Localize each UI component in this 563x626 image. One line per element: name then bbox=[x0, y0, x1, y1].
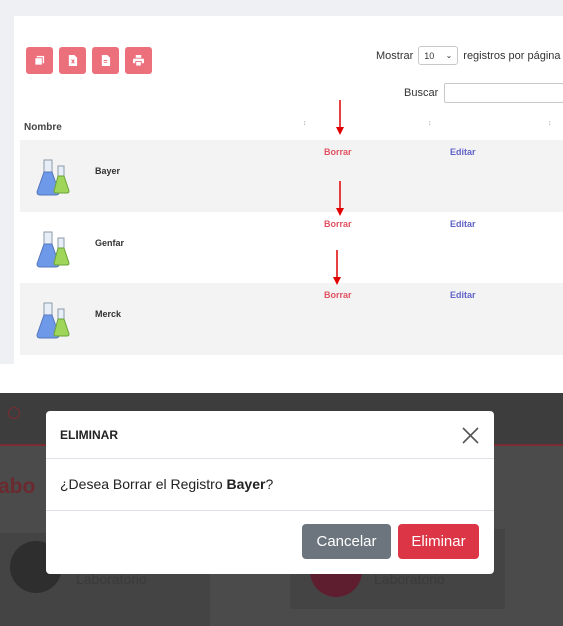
delete-link[interactable]: Borrar bbox=[324, 147, 352, 157]
close-icon[interactable] bbox=[462, 427, 479, 444]
edit-link[interactable]: Editar bbox=[450, 219, 476, 229]
red-arrow-icon bbox=[336, 100, 344, 135]
flask-icon bbox=[36, 231, 70, 268]
modal-header: ELIMINAR bbox=[46, 411, 494, 459]
page-length-select[interactable]: 10 ⌄ bbox=[418, 46, 459, 65]
excel-button[interactable] bbox=[59, 47, 86, 74]
lab-name: Merck bbox=[95, 309, 122, 319]
search-input[interactable] bbox=[444, 83, 563, 103]
red-arrow-icon bbox=[336, 181, 344, 216]
edit-link[interactable]: Editar bbox=[450, 147, 476, 157]
delete-link[interactable]: Borrar bbox=[324, 290, 352, 300]
column-header-name[interactable]: Nombre bbox=[24, 122, 62, 133]
flask-icon bbox=[36, 159, 70, 196]
table-row: Bayer Borrar Editar bbox=[20, 140, 563, 212]
export-toolbar bbox=[26, 47, 152, 74]
edit-link[interactable]: Editar bbox=[450, 290, 476, 300]
delete-modal-screen: abo Laboratorio Laboratorio ELIMINAR ¿De… bbox=[0, 393, 563, 626]
message-suffix: ? bbox=[265, 476, 274, 492]
message-prefix: ¿Desea Borrar el Registro bbox=[60, 476, 227, 492]
lab-name: Bayer bbox=[95, 166, 121, 176]
table-card: Mostrar 10 ⌄ registros por página Buscar… bbox=[14, 16, 563, 364]
copy-icon bbox=[34, 55, 45, 66]
table-row: Merck Borrar Editar bbox=[20, 283, 563, 355]
search-label: Buscar bbox=[404, 87, 439, 99]
record-name: Bayer bbox=[226, 476, 266, 492]
sort-icon[interactable]: ↕ bbox=[303, 120, 307, 127]
pdf-button[interactable] bbox=[92, 47, 119, 74]
close-circle-icon bbox=[8, 407, 20, 419]
red-arrow-icon bbox=[333, 250, 341, 285]
sort-icon[interactable]: ↕ bbox=[428, 120, 432, 127]
confirm-delete-button[interactable]: Eliminar bbox=[398, 524, 479, 559]
cancel-button[interactable]: Cancelar bbox=[302, 524, 391, 559]
modal-footer: Cancelar Eliminar bbox=[46, 511, 494, 573]
print-icon bbox=[133, 55, 144, 66]
length-prefix: Mostrar bbox=[376, 49, 414, 62]
excel-file-icon bbox=[68, 55, 78, 66]
modal-title: ELIMINAR bbox=[60, 428, 118, 442]
lab-name: Genfar bbox=[95, 238, 125, 248]
length-menu: Mostrar 10 ⌄ registros por página bbox=[376, 46, 561, 65]
print-button[interactable] bbox=[125, 47, 152, 74]
laboratories-table-panel: Mostrar 10 ⌄ registros por página Buscar… bbox=[0, 0, 563, 364]
flask-icon bbox=[36, 302, 70, 339]
modal-body: ¿Desea Borrar el Registro Bayer? bbox=[46, 459, 494, 511]
delete-confirm-modal: ELIMINAR ¿Desea Borrar el Registro Bayer… bbox=[46, 411, 494, 574]
page-length-value: 10 bbox=[424, 50, 435, 61]
length-suffix: registros por página bbox=[463, 49, 561, 62]
table-row: Genfar Borrar Editar bbox=[20, 212, 563, 284]
delete-link[interactable]: Borrar bbox=[324, 219, 352, 229]
copy-button[interactable] bbox=[26, 47, 53, 74]
background-title: abo bbox=[0, 475, 36, 498]
modal-message: ¿Desea Borrar el Registro Bayer? bbox=[60, 476, 273, 492]
chevron-down-icon: ⌄ bbox=[445, 51, 453, 60]
sort-icon[interactable]: ↕ bbox=[548, 120, 552, 127]
pdf-file-icon bbox=[101, 55, 111, 66]
search-group: Buscar bbox=[404, 83, 563, 103]
